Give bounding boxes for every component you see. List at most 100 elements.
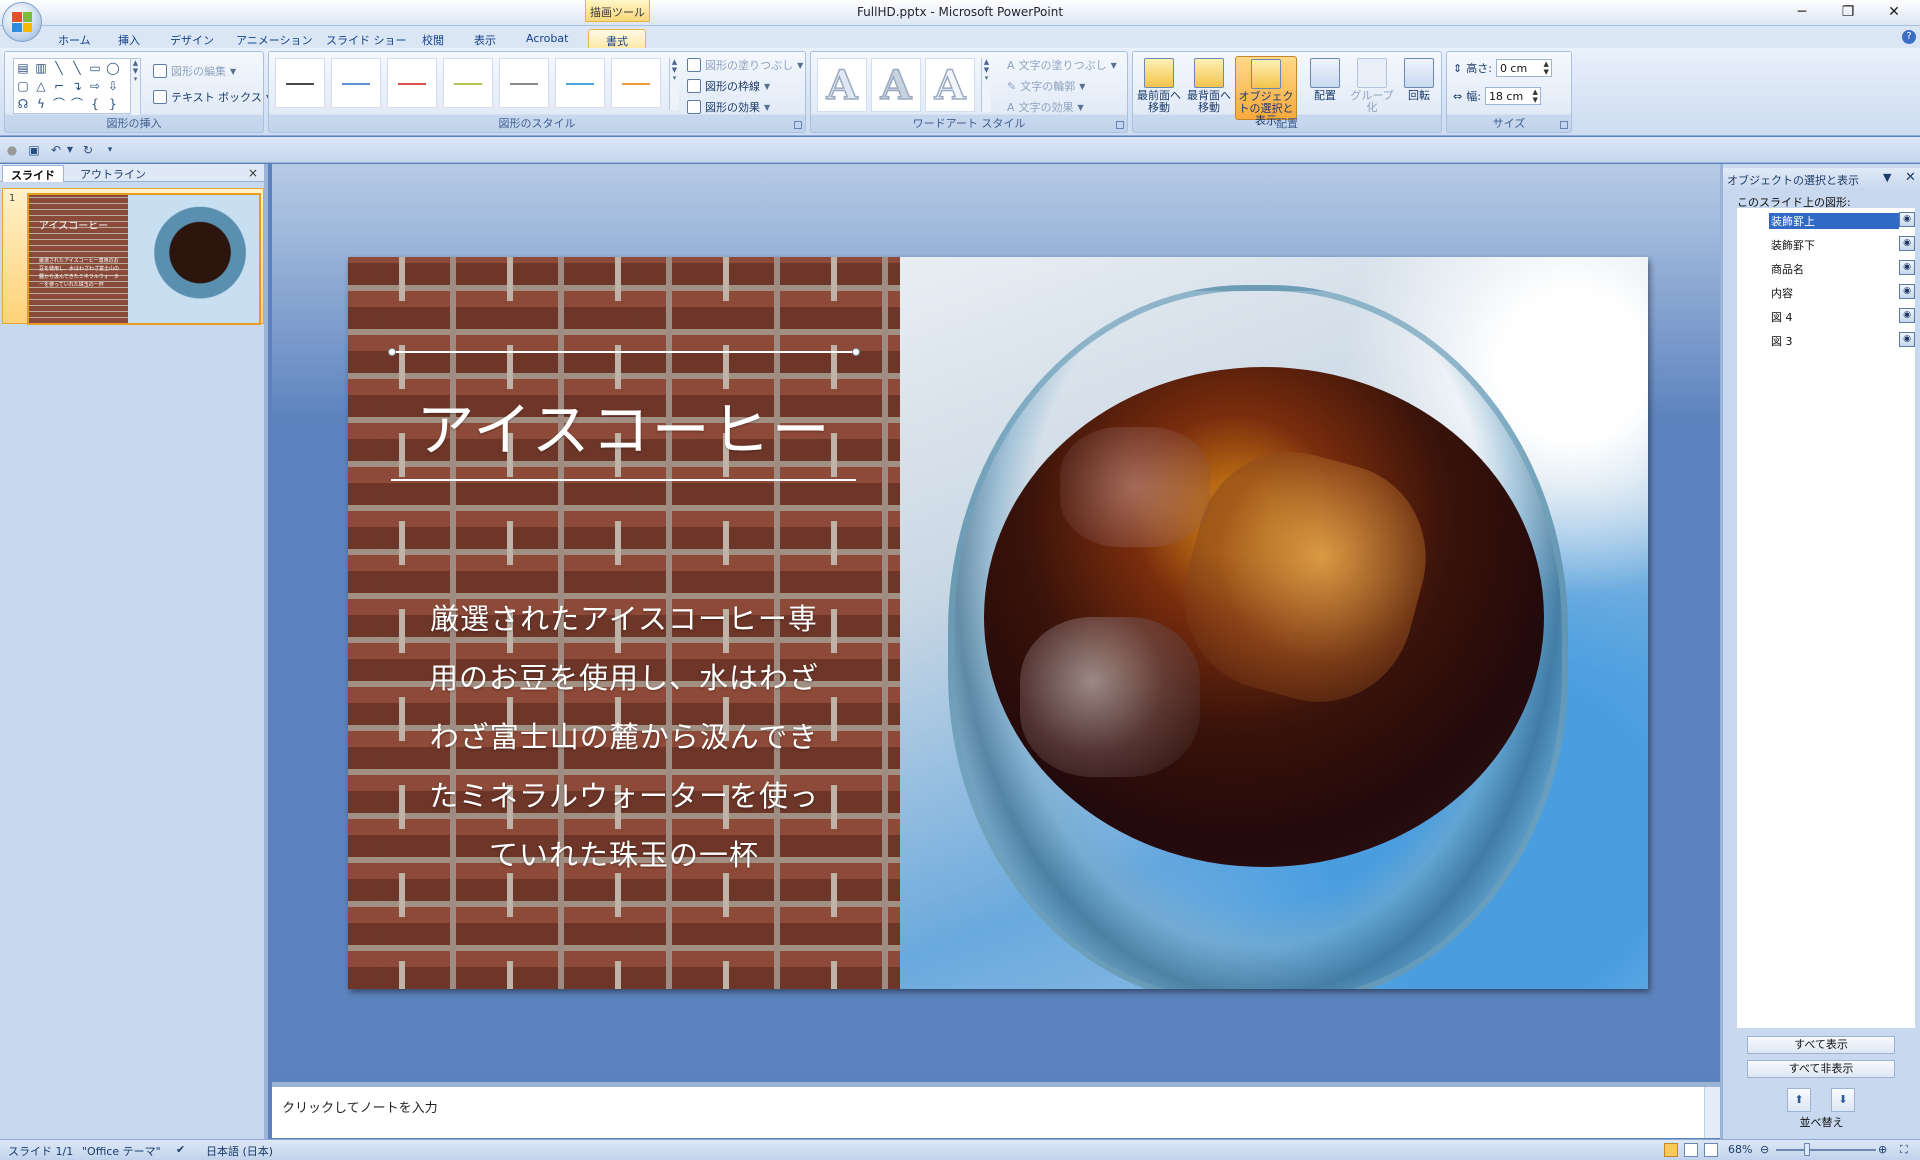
redo-icon[interactable]: ↻ xyxy=(80,142,96,158)
wordart-gallery-scroll[interactable]: ▲ ▼ ▾ xyxy=(981,58,991,112)
selection-handle[interactable] xyxy=(388,348,396,356)
slide-title[interactable]: アイスコーヒー xyxy=(348,383,900,467)
show-all-button[interactable]: すべて表示 xyxy=(1747,1036,1895,1054)
shape-list-item[interactable]: 内容 ◉ xyxy=(1769,282,1917,302)
iced-coffee-photo[interactable] xyxy=(900,257,1648,989)
down-arrow-shape-icon[interactable]: ⇩ xyxy=(106,79,120,93)
shape-gallery[interactable]: ▤ ▥ ╲ ╲ ▭ ◯ ▢ △ ⌐ ↴ ⇨ ⇩ ☊ ϟ ⌒ ⌒ { } ▲ ▼ ▾ xyxy=(13,58,141,115)
visibility-eye-icon[interactable]: ◉ xyxy=(1899,332,1915,347)
width-spinner-icon[interactable]: ▲ ▼ xyxy=(1533,88,1538,104)
selection-pane-button[interactable]: オブジェクトの選択と表示 xyxy=(1235,56,1297,127)
tab-slides[interactable]: スライド xyxy=(2,165,64,182)
edit-shape-button[interactable]: 図形の編集 ▼ xyxy=(153,62,236,80)
shape-style-swatch[interactable] xyxy=(499,58,549,108)
shape-effects-button[interactable]: 図形の効果 ▼ xyxy=(687,98,770,116)
rectangle-shape-icon[interactable]: ▭ xyxy=(88,61,102,75)
visibility-eye-icon[interactable]: ◉ xyxy=(1899,212,1915,227)
right-brace-shape-icon[interactable]: } xyxy=(106,97,120,111)
slide-thumbnail-item[interactable]: 1 アイスコーヒー 厳選されたアイスコーヒー専用のお豆を使用し、水はわざわざ富士… xyxy=(2,188,264,325)
wordart-style-3[interactable]: A xyxy=(925,58,975,112)
text-outline-button[interactable]: ✎ 文字の輪郭 ▼ xyxy=(1007,77,1085,95)
zoom-in-icon[interactable]: ⊕ xyxy=(1878,1143,1887,1156)
office-button[interactable] xyxy=(2,2,42,42)
shape-gallery-scroll[interactable]: ▲ ▼ ▾ xyxy=(130,59,140,115)
line-shape-icon[interactable]: ╲ xyxy=(52,61,66,75)
tab-insert[interactable]: 挿入 xyxy=(112,29,146,48)
notes-scrollbar[interactable] xyxy=(1704,1087,1720,1138)
tab-review[interactable]: 校閲 xyxy=(416,29,450,48)
tab-design[interactable]: デザイン xyxy=(164,29,220,48)
move-up-icon[interactable]: ⬆ xyxy=(1787,1088,1811,1112)
shape-list-item[interactable]: 装飾罫上 ◉ xyxy=(1769,210,1917,230)
notes-placeholder[interactable]: クリックしてノートを入力 xyxy=(282,1097,438,1116)
width-input[interactable]: 18 cm ▲ ▼ xyxy=(1484,87,1541,105)
fit-to-window-icon[interactable]: ⛶ xyxy=(1900,1143,1908,1157)
tab-acrobat[interactable]: Acrobat xyxy=(520,29,574,48)
shape-style-gallery-scroll[interactable]: ▲ ▼ ▾ xyxy=(669,58,679,110)
language-indicator[interactable]: 日本語 (日本) xyxy=(206,1143,273,1159)
notes-pane[interactable]: クリックしてノートを入力 xyxy=(272,1082,1720,1138)
zoom-slider-thumb[interactable] xyxy=(1804,1143,1810,1156)
text-fill-button[interactable]: A 文字の塗りつぶし ▼ xyxy=(1007,56,1117,74)
right-arrow-shape-icon[interactable]: ⇨ xyxy=(88,79,102,93)
normal-view-icon[interactable] xyxy=(1664,1143,1678,1157)
decorative-rule-bottom[interactable] xyxy=(391,479,856,481)
align-button[interactable]: 配置 xyxy=(1301,56,1349,120)
shape-style-swatch[interactable] xyxy=(555,58,605,108)
left-brace-shape-icon[interactable]: { xyxy=(88,97,102,111)
wordart-dialog-launcher-icon[interactable] xyxy=(1116,121,1124,129)
tab-animation[interactable]: アニメーション xyxy=(230,29,319,48)
text-box-button[interactable]: テキスト ボックス▼ xyxy=(153,88,272,106)
move-down-icon[interactable]: ⬇ xyxy=(1831,1088,1855,1112)
chevron-down-icon[interactable]: ▼ xyxy=(1883,171,1891,184)
tab-slideshow[interactable]: スライド ショー xyxy=(320,29,413,48)
close-icon[interactable]: ✕ xyxy=(1905,170,1916,185)
group-button[interactable]: グループ化 xyxy=(1345,56,1399,120)
shape-style-swatch[interactable] xyxy=(443,58,493,108)
size-dialog-launcher-icon[interactable] xyxy=(1560,121,1568,129)
shape-style-swatch[interactable] xyxy=(331,58,381,108)
freeform-shape-icon[interactable]: ☊ xyxy=(16,97,30,111)
shape-list-item[interactable]: 図 4 ◉ xyxy=(1769,306,1917,326)
shape-style-gallery[interactable]: ▲ ▼ ▾ xyxy=(275,58,679,110)
visibility-eye-icon[interactable]: ◉ xyxy=(1899,236,1915,251)
visibility-eye-icon[interactable]: ◉ xyxy=(1899,308,1915,323)
textbox-shape-icon[interactable]: ▤ xyxy=(16,61,30,75)
tab-format[interactable]: 書式 xyxy=(588,29,646,48)
height-input[interactable]: 0 cm ▲ ▼ xyxy=(1495,59,1552,77)
shape-styles-dialog-launcher-icon[interactable] xyxy=(794,121,802,129)
shape-outline-button[interactable]: 図形の枠線 ▼ xyxy=(687,77,770,95)
elbow-arrow-shape-icon[interactable]: ↴ xyxy=(70,79,84,93)
shape-style-swatch[interactable] xyxy=(611,58,661,108)
customize-qat-icon[interactable]: ▾ xyxy=(102,142,118,158)
zoom-out-icon[interactable]: ⊖ xyxy=(1760,1143,1769,1156)
zoom-slider[interactable] xyxy=(1776,1149,1876,1151)
tab-view[interactable]: 表示 xyxy=(468,29,502,48)
close-button[interactable]: ✕ xyxy=(1874,2,1914,22)
slide-body-text[interactable]: 厳選されたアイスコーヒー専 用のお豆を使用し、水はわざ わざ富士山の麓から汲んで… xyxy=(406,590,842,885)
zoom-level[interactable]: 68% xyxy=(1728,1143,1752,1156)
spellcheck-icon[interactable]: ✔ xyxy=(176,1143,185,1156)
minimize-button[interactable]: ─ xyxy=(1782,2,1822,22)
slide[interactable]: アイスコーヒー 厳選されたアイスコーヒー専 用のお豆を使用し、水はわざ わざ富士… xyxy=(348,257,1648,989)
tab-outline[interactable]: アウトライン xyxy=(72,165,154,182)
elbow-connector-shape-icon[interactable]: ⌐ xyxy=(52,79,66,93)
restore-button[interactable]: ❐ xyxy=(1828,2,1868,22)
shape-style-swatch[interactable] xyxy=(387,58,437,108)
visibility-eye-icon[interactable]: ◉ xyxy=(1899,260,1915,275)
wordart-style-1[interactable]: A xyxy=(817,58,867,112)
shape-fill-button[interactable]: 図形の塗りつぶし ▼ xyxy=(687,56,803,74)
tab-home[interactable]: ホーム xyxy=(52,29,97,48)
height-spinner-icon[interactable]: ▲ ▼ xyxy=(1544,60,1549,76)
shape-style-swatch[interactable] xyxy=(275,58,325,108)
shape-list-item[interactable]: 商品名 ◉ xyxy=(1769,258,1917,278)
rotate-button[interactable]: 回転 xyxy=(1395,56,1443,120)
undo-dropdown-icon[interactable]: ▼ xyxy=(62,142,78,158)
selection-handle[interactable] xyxy=(852,348,860,356)
triangle-shape-icon[interactable]: △ xyxy=(34,79,48,93)
visibility-eye-icon[interactable]: ◉ xyxy=(1899,284,1915,299)
text-effects-button[interactable]: A 文字の効果 ▼ xyxy=(1007,98,1084,116)
oval-shape-icon[interactable]: ◯ xyxy=(106,61,120,75)
slideshow-view-icon[interactable] xyxy=(1704,1143,1718,1157)
vertical-textbox-shape-icon[interactable]: ▥ xyxy=(34,61,48,75)
